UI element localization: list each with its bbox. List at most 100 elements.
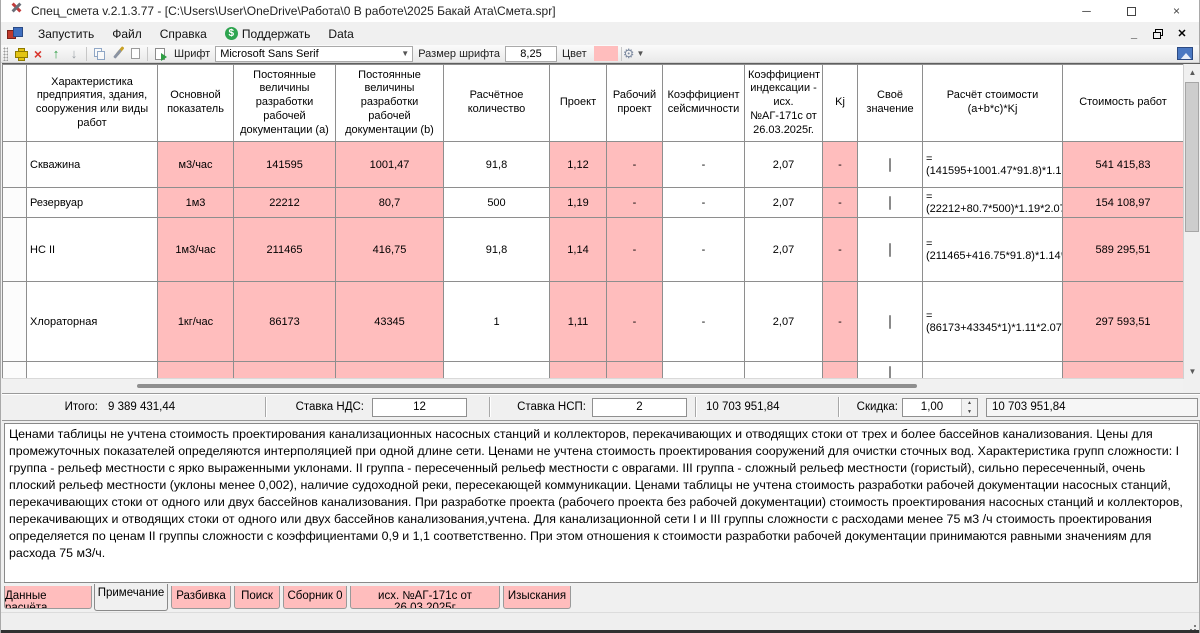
menu-run[interactable]: Запустить <box>29 24 103 44</box>
cell-cost[interactable]: 541 415,83 <box>1063 142 1184 188</box>
cell-unit[interactable]: м3/час <box>158 142 234 188</box>
resize-grip[interactable] <box>1194 625 1196 627</box>
mdi-minimize-button[interactable]: _ <box>1123 25 1145 43</box>
cell-name[interactable]: Резервуар <box>27 188 158 218</box>
font-select[interactable]: Microsoft Sans Serif▼ <box>215 46 413 62</box>
minimize-button[interactable]: ─ <box>1064 0 1109 22</box>
spinner-up-icon[interactable]: ▲ <box>962 399 977 408</box>
scroll-down-icon[interactable]: ▼ <box>1184 363 1200 379</box>
cell-b[interactable]: 416,75 <box>336 218 444 282</box>
discount-spinner[interactable]: 1,00 ▲ ▼ <box>902 398 978 417</box>
vertical-scroll-thumb[interactable] <box>1185 82 1199 232</box>
cell-seismic[interactable]: - <box>663 142 745 188</box>
cell-kj[interactable]: - <box>823 218 858 282</box>
settings-button[interactable]: ⚙▼ <box>625 46 643 62</box>
tab-search[interactable]: Поиск <box>234 586 280 609</box>
cell-qty[interactable]: 91,8 <box>444 142 550 188</box>
cell-unit[interactable] <box>158 362 234 380</box>
cell-formula[interactable]: =(141595+1001.47*91.8)*1.12*2.07 <box>923 142 1063 188</box>
image-icon[interactable] <box>1177 47 1193 60</box>
custom-value-checkbox[interactable] <box>889 196 891 210</box>
cell-name[interactable]: Скважина <box>27 142 158 188</box>
vertical-scrollbar[interactable]: ▲ ▼ <box>1183 64 1200 379</box>
menu-data[interactable]: Data <box>319 24 362 44</box>
font-size-input[interactable]: 8,25 <box>505 46 557 62</box>
tab-calc-data[interactable]: Данные расчёта <box>4 586 92 609</box>
cell-a[interactable] <box>234 362 336 380</box>
row-selector[interactable] <box>3 218 27 282</box>
format-brush-button[interactable] <box>108 46 126 62</box>
cell-project[interactable]: 1,12 <box>550 142 607 188</box>
cell-qty[interactable]: 500 <box>444 188 550 218</box>
tab-surveys[interactable]: Изыскания <box>503 586 571 609</box>
maximize-button[interactable] <box>1109 0 1154 22</box>
cell-b[interactable]: 43345 <box>336 282 444 362</box>
cell-b[interactable] <box>336 362 444 380</box>
cell-work-project[interactable]: - <box>607 188 663 218</box>
cell-qty[interactable]: 91,8 <box>444 218 550 282</box>
cell-project[interactable]: 1,11 <box>550 282 607 362</box>
cell-b[interactable]: 1001,47 <box>336 142 444 188</box>
discount-value[interactable]: 1,00 <box>903 399 961 416</box>
cell-index-coef[interactable]: 2,07 <box>745 188 823 218</box>
row-selector[interactable] <box>3 282 27 362</box>
tab-breakdown[interactable]: Разбивка <box>171 586 231 609</box>
cell-cost[interactable]: 589 295,51 <box>1063 218 1184 282</box>
delete-row-button[interactable]: × <box>29 46 47 62</box>
cell-index-coef[interactable]: 2,07 <box>745 142 823 188</box>
cell-a[interactable]: 211465 <box>234 218 336 282</box>
move-down-button[interactable]: ↓ <box>65 46 83 62</box>
cell-kj[interactable]: - <box>823 142 858 188</box>
cell-name[interactable] <box>27 362 158 380</box>
nsp-input[interactable]: 2 <box>592 398 687 417</box>
cell-project[interactable] <box>550 362 607 380</box>
paste-button[interactable] <box>126 46 144 62</box>
cell-name[interactable]: Хлораторная <box>27 282 158 362</box>
custom-value-checkbox[interactable] <box>889 243 891 257</box>
note-textarea[interactable]: Ценами таблицы не учтена стоимость проек… <box>4 423 1198 583</box>
cell-index-coef[interactable] <box>745 362 823 380</box>
cell-project[interactable]: 1,19 <box>550 188 607 218</box>
mdi-close-button[interactable]: ✕ <box>1171 25 1193 43</box>
cell-formula[interactable]: =(211465+416.75*91.8)*1.14*2.07 <box>923 218 1063 282</box>
row-selector[interactable] <box>3 188 27 218</box>
add-row-button[interactable] <box>11 46 29 62</box>
cell-formula[interactable] <box>923 362 1063 380</box>
cell-work-project[interactable]: - <box>607 142 663 188</box>
export-button[interactable] <box>151 46 169 62</box>
vat-input[interactable]: 12 <box>372 398 467 417</box>
cell-seismic[interactable]: - <box>663 218 745 282</box>
cell-a[interactable]: 22212 <box>234 188 336 218</box>
cell-seismic[interactable]: - <box>663 188 745 218</box>
cell-unit[interactable]: 1кг/час <box>158 282 234 362</box>
cell-seismic[interactable]: - <box>663 282 745 362</box>
custom-value-checkbox[interactable] <box>889 366 891 380</box>
cell-cost[interactable] <box>1063 362 1184 380</box>
cell-a[interactable]: 86173 <box>234 282 336 362</box>
toolbar-grip[interactable] <box>3 47 8 61</box>
color-swatch[interactable] <box>594 46 618 61</box>
cell-kj[interactable] <box>823 362 858 380</box>
cell-kj[interactable]: - <box>823 282 858 362</box>
cell-seismic[interactable] <box>663 362 745 380</box>
cell-index-coef[interactable]: 2,07 <box>745 282 823 362</box>
tab-collection[interactable]: Сборник 0 <box>283 586 347 609</box>
copy-button[interactable] <box>90 46 108 62</box>
cell-work-project[interactable] <box>607 362 663 380</box>
tab-letter-ag171[interactable]: исх. №АГ-171с от 26.03.2025г <box>350 586 500 609</box>
mdi-restore-button[interactable] <box>1147 25 1169 43</box>
cell-qty[interactable] <box>444 362 550 380</box>
cell-qty[interactable]: 1 <box>444 282 550 362</box>
cell-a[interactable]: 141595 <box>234 142 336 188</box>
cell-unit[interactable]: 1м3 <box>158 188 234 218</box>
cell-formula[interactable]: =(86173+43345*1)*1.11*2.07 <box>923 282 1063 362</box>
tab-note[interactable]: Примечание <box>94 584 168 611</box>
cell-unit[interactable]: 1м3/час <box>158 218 234 282</box>
row-selector[interactable] <box>3 142 27 188</box>
horizontal-scroll-thumb[interactable] <box>137 384 917 388</box>
cell-b[interactable]: 80,7 <box>336 188 444 218</box>
horizontal-scrollbar[interactable] <box>2 378 1183 393</box>
cell-kj[interactable]: - <box>823 188 858 218</box>
cell-cost[interactable]: 154 108,97 <box>1063 188 1184 218</box>
scroll-up-icon[interactable]: ▲ <box>1184 64 1200 80</box>
